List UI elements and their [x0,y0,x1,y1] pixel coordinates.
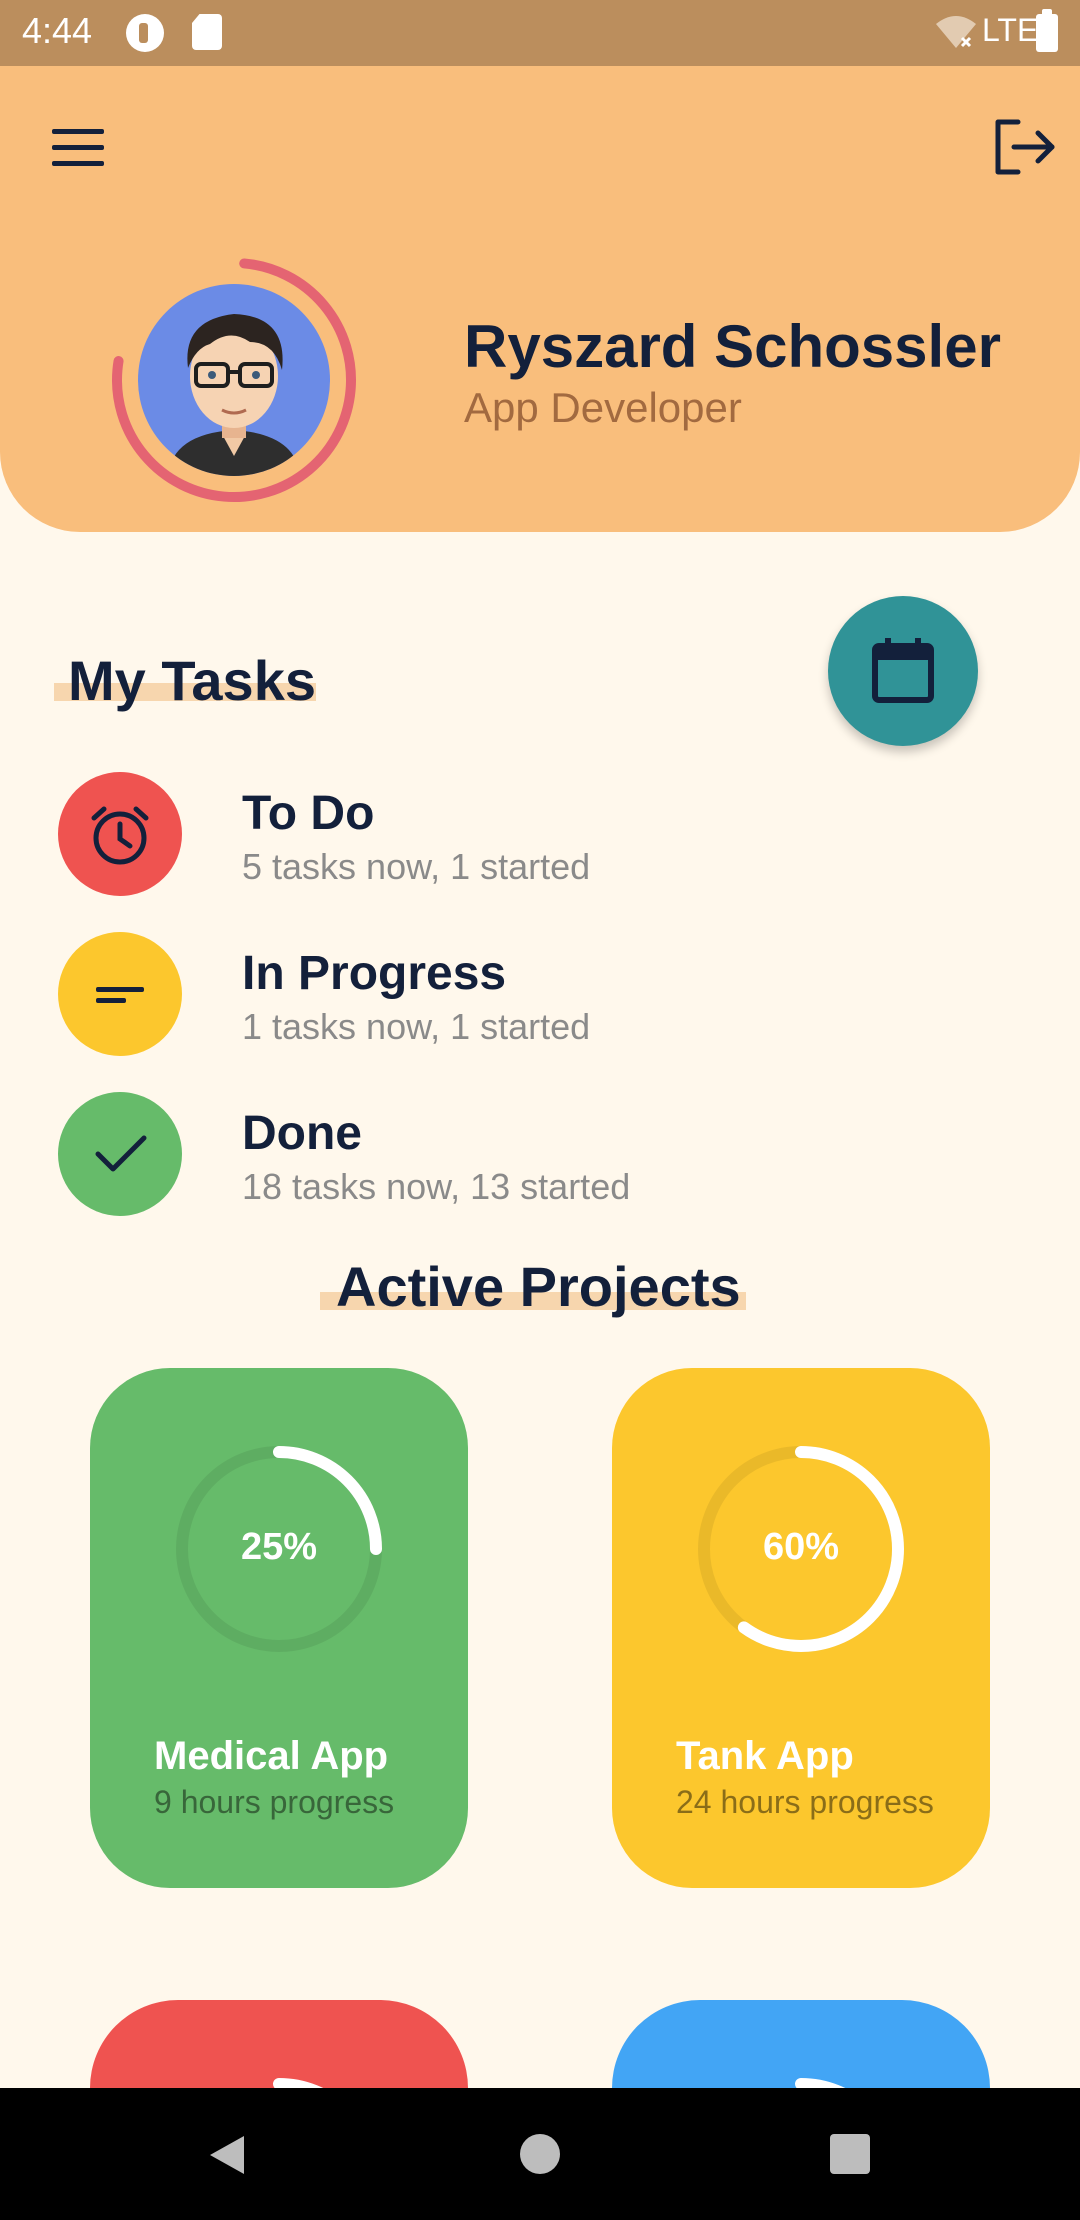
project-percent: 60% [762,1526,840,1568]
project-card-3[interactable] [90,2000,468,2088]
project-card-4[interactable] [612,2000,990,2088]
back-icon[interactable] [204,2132,250,2178]
task-subtitle: 5 tasks now, 1 started [242,846,591,887]
task-item-todo[interactable]: To Do 5 tasks now, 1 started [58,772,958,902]
task-icon-bg [58,1092,182,1216]
sd-card-icon [192,14,222,50]
notification-app-icon [126,14,164,52]
avatar-progress-ring [104,250,364,510]
my-tasks-title: My Tasks [68,649,316,712]
project-hours: 9 hours progress [154,1784,395,1820]
task-subtitle: 1 tasks now, 1 started [242,1006,591,1047]
user-name: Ryszard Schossler [464,313,1001,380]
task-icon-bg [58,932,182,1056]
task-title: Done [242,1107,362,1160]
profile-header: Ryszard Schossler App Developer [0,66,1080,532]
active-projects-title: Active Projects [336,1255,741,1318]
project-hours: 24 hours progress [676,1784,934,1820]
logout-icon [995,119,1055,175]
menu-icon [52,129,104,134]
project-name: Medical App [154,1734,389,1778]
wifi-off-icon [936,16,976,48]
calendar-icon [872,638,934,703]
check-icon [95,1135,147,1172]
task-subtitle: 18 tasks now, 13 started [242,1166,631,1207]
recents-icon[interactable] [830,2134,870,2174]
short-text-icon [96,987,144,1003]
project-card-tank-app[interactable]: 60% Tank App 24 hours progress [612,1368,990,1888]
avatar [138,284,330,476]
task-icon-bg [58,772,182,896]
calendar-button[interactable] [828,596,978,746]
project-card-medical-app[interactable]: 25% Medical App 9 hours progress [90,1368,468,1888]
project-name: Tank App [676,1734,854,1778]
network-type: LTE [982,12,1039,48]
task-title: To Do [242,787,375,840]
home-icon[interactable] [520,2134,560,2174]
battery-icon [1036,9,1058,52]
status-bar: 4:44 LTE [0,0,1080,66]
status-time: 4:44 [22,10,93,51]
task-item-done[interactable]: Done 18 tasks now, 13 started [58,1092,958,1222]
alarm-clock-icon [91,806,149,865]
user-role: App Developer [464,384,742,431]
project-progress-ring [176,2078,382,2088]
task-item-in-progress[interactable]: In Progress 1 tasks now, 1 started [58,932,958,1062]
task-title: In Progress [242,947,507,1000]
project-progress-ring [698,2078,904,2088]
logout-button[interactable] [988,110,1062,184]
menu-button[interactable] [40,110,114,184]
project-percent: 25% [240,1526,318,1568]
system-nav-bar [0,2088,1080,2220]
